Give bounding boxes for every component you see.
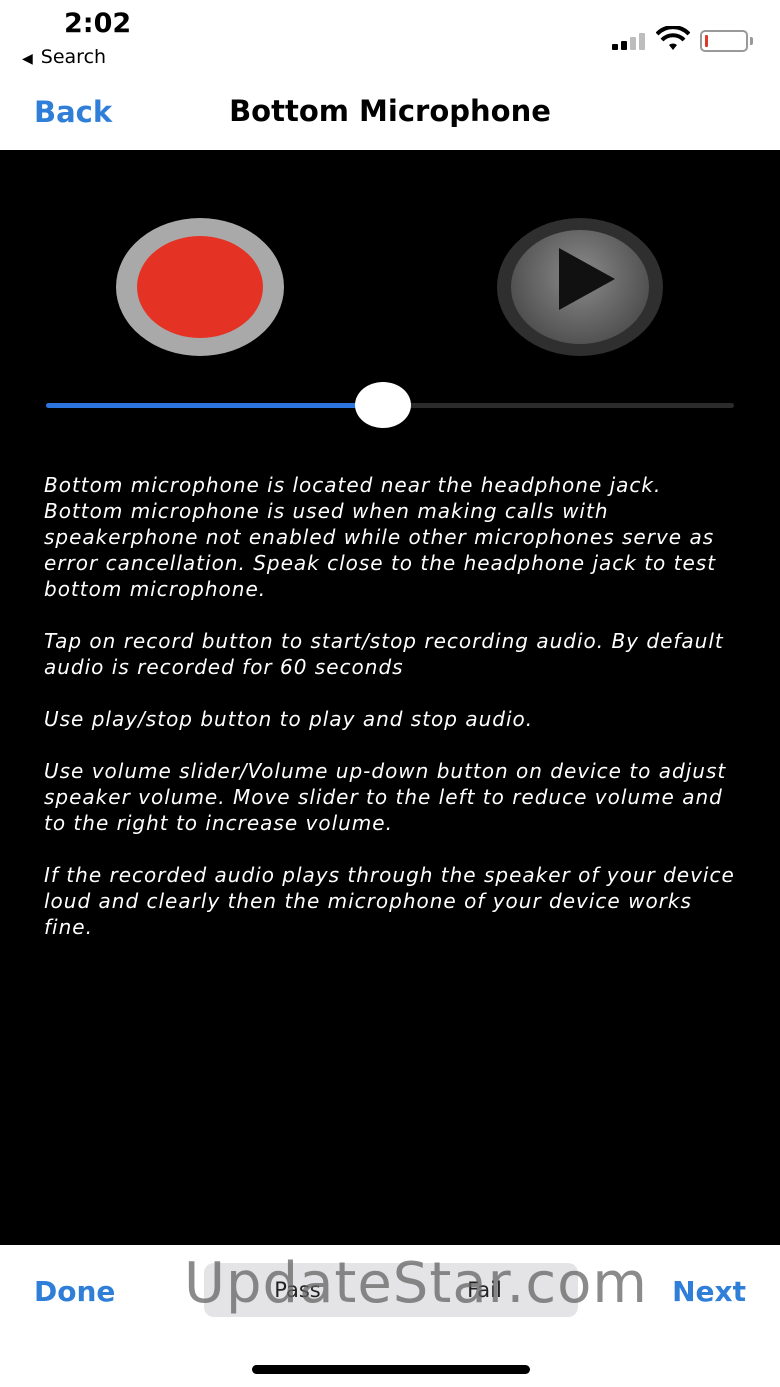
wifi-icon: [656, 26, 690, 50]
battery-low-icon: [700, 30, 753, 52]
bottom-toolbar: Done Pass Fail UpdateStar.com Next: [0, 1245, 780, 1387]
instruction-paragraph: Tap on record button to start/stop recor…: [44, 629, 724, 679]
back-button[interactable]: Back: [34, 95, 112, 129]
back-to-app-link[interactable]: ◀ Search: [22, 46, 106, 68]
cellular-signal-icon: [612, 32, 650, 50]
record-button[interactable]: [116, 218, 284, 356]
pass-fail-segmented-control[interactable]: Pass Fail: [204, 1263, 578, 1317]
fail-segment[interactable]: Fail: [391, 1263, 578, 1317]
back-app-label: Search: [40, 46, 107, 68]
page-title: Bottom Microphone: [229, 94, 551, 128]
pass-segment[interactable]: Pass: [204, 1263, 391, 1317]
instruction-paragraph: If the recorded audio plays through the …: [44, 863, 735, 939]
record-icon: [137, 236, 263, 338]
status-time: 2:02: [64, 8, 132, 39]
status-bar: 2:02 ◀ Search: [0, 0, 780, 80]
next-button[interactable]: Next: [672, 1275, 746, 1308]
instruction-paragraph: Bottom microphone is located near the he…: [44, 473, 717, 601]
navigation-bar: Bottom Microphone Back: [0, 80, 780, 150]
play-button[interactable]: [497, 218, 663, 356]
volume-slider-thumb[interactable]: [355, 382, 412, 428]
back-arrow-icon: ◀: [22, 51, 33, 67]
volume-slider[interactable]: [46, 382, 734, 430]
play-icon: [559, 248, 615, 310]
done-button[interactable]: Done: [34, 1275, 115, 1308]
instruction-paragraph: Use volume slider/Volume up-down button …: [44, 759, 727, 835]
instructions-text: Bottom microphone is located near the he…: [44, 472, 744, 966]
instruction-paragraph: Use play/stop button to play and stop au…: [44, 707, 534, 731]
home-indicator: [252, 1365, 530, 1374]
test-panel: Bottom microphone is located near the he…: [0, 150, 780, 1245]
volume-slider-fill: [46, 403, 384, 408]
